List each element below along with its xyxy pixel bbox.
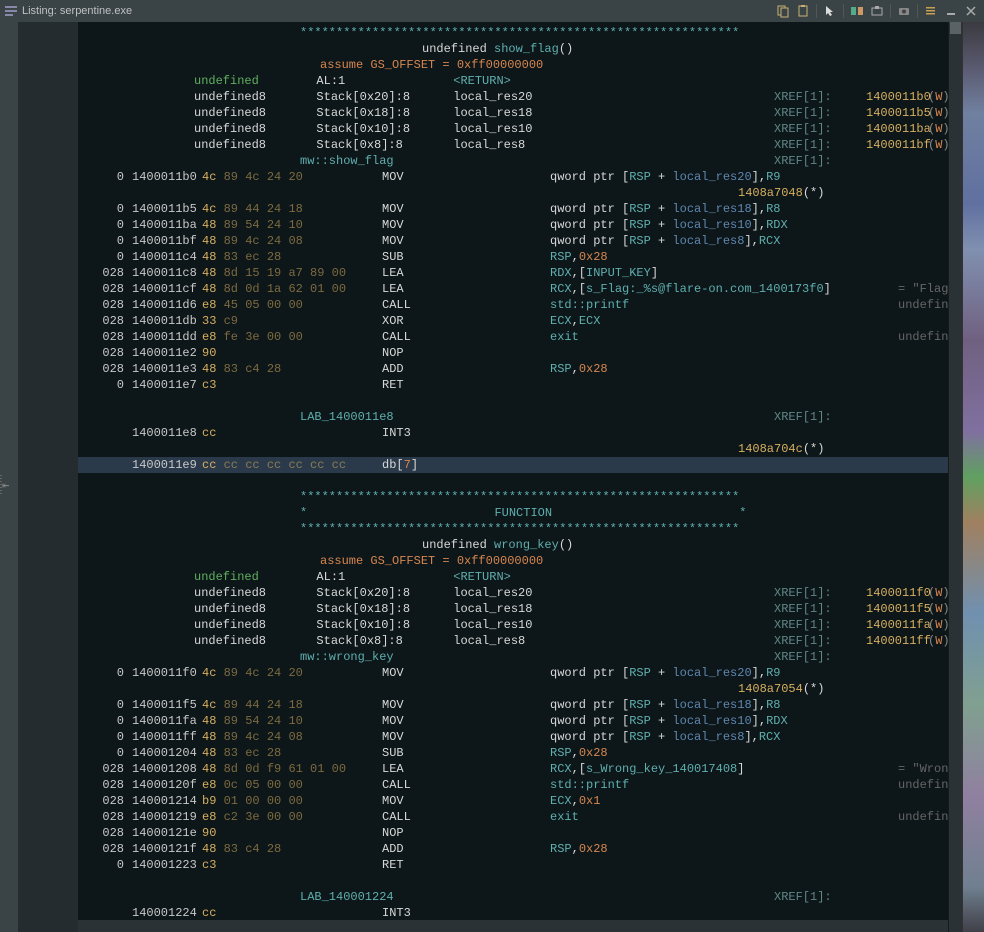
code-line[interactable] (78, 873, 948, 889)
code-line[interactable] (78, 393, 948, 409)
code-line[interactable]: 0281400011db33 c9XORECX,ECX (78, 313, 948, 329)
code-line[interactable]: 1408a704c(*) (78, 441, 948, 457)
code-line[interactable]: undefined8 Stack[0x18]:8 local_res18XREF… (78, 601, 948, 617)
close-icon[interactable] (962, 2, 980, 20)
minimize-icon[interactable] (942, 2, 960, 20)
code-line[interactable]: 01400011f54c 89 44 24 18MOVqword ptr [RS… (78, 697, 948, 713)
code-line[interactable]: undefined8 Stack[0x8]:8 local_res8XREF[1… (78, 137, 948, 153)
code-line[interactable]: 1400011e8ccINT3 (78, 425, 948, 441)
code-line[interactable]: 01400011bf48 89 4c 24 08MOVqword ptr [RS… (78, 233, 948, 249)
code-line[interactable]: 01400011ff48 89 4c 24 08MOVqword ptr [RS… (78, 729, 948, 745)
copy-icon[interactable] (774, 2, 792, 20)
code-line[interactable]: 1400011e9cc cc cc cc cc cc ccdb[7] (78, 457, 948, 473)
vertical-scrollbar[interactable] (948, 22, 962, 932)
code-line[interactable]: undefined show_flag() (78, 41, 948, 57)
code-line[interactable]: mw::show_flagXREF[1]: (78, 153, 948, 169)
code-line[interactable]: mw::wrong_keyXREF[1]: (78, 649, 948, 665)
code-line[interactable]: assume GS_OFFSET = 0xff00000000 (78, 57, 948, 73)
code-line[interactable]: * FUNCTION * (78, 505, 948, 521)
snapshot-icon[interactable] (868, 2, 886, 20)
code-line[interactable]: ****************************************… (78, 25, 948, 41)
horizontal-scrollbar[interactable] (78, 920, 948, 932)
code-line[interactable]: 02814000120848 8d 0d f9 61 01 00LEARCX,[… (78, 761, 948, 777)
code-line[interactable]: 0281400011cf48 8d 0d 1a 62 01 00LEARCX,[… (78, 281, 948, 297)
code-line[interactable]: 01400011b54c 89 44 24 18MOVqword ptr [RS… (78, 201, 948, 217)
code-line[interactable]: 0140001223c3RET (78, 857, 948, 873)
code-line[interactable]: 140001224ccINT3 (78, 905, 948, 921)
code-line[interactable]: LAB_140001224XREF[1]: (78, 889, 948, 905)
code-line[interactable]: 01400011ba48 89 54 24 10MOVqword ptr [RS… (78, 217, 948, 233)
code-line[interactable]: 01400011e7c3RET (78, 377, 948, 393)
window-title: Listing: serpentine.exe (22, 5, 132, 17)
code-line[interactable]: 01400011b04c 89 4c 24 20MOVqword ptr [RS… (78, 169, 948, 185)
left-gutter: ⇤ (0, 22, 18, 932)
code-line[interactable]: undefined wrong_key() (78, 537, 948, 553)
list-icon[interactable] (922, 2, 940, 20)
diff-icon[interactable] (848, 2, 866, 20)
camera-icon[interactable] (895, 2, 913, 20)
code-line[interactable]: 0281400011e348 83 c4 28ADDRSP,0x28 (78, 361, 948, 377)
code-line[interactable]: 0281400011e290NOP (78, 345, 948, 361)
code-line[interactable]: 01400011f04c 89 4c 24 20MOVqword ptr [RS… (78, 665, 948, 681)
code-line[interactable]: undefined8 Stack[0x20]:8 local_res20XREF… (78, 585, 948, 601)
paste-icon[interactable] (794, 2, 812, 20)
code-line[interactable] (78, 473, 948, 489)
code-line[interactable]: 0281400011c848 8d 15 19 a7 89 00LEARDX,[… (78, 265, 948, 281)
listing-area[interactable]: ****************************************… (78, 22, 948, 932)
cursor-icon[interactable] (821, 2, 839, 20)
code-line[interactable]: 02814000121e90NOP (78, 825, 948, 841)
code-line[interactable]: 01400011c448 83 ec 28SUBRSP,0x28 (78, 249, 948, 265)
code-line[interactable]: undefined8 Stack[0x10]:8 local_res10XREF… (78, 121, 948, 137)
code-line[interactable]: undefined AL:1 <RETURN> (78, 569, 948, 585)
resize-arrow-icon[interactable]: ⇤ (2, 478, 9, 493)
code-line[interactable]: 1408a7054(*) (78, 681, 948, 697)
code-line[interactable]: 014000120448 83 ec 28SUBRSP,0x28 (78, 745, 948, 761)
code-line[interactable]: 01400011fa48 89 54 24 10MOVqword ptr [RS… (78, 713, 948, 729)
bookmark-column (18, 22, 78, 932)
code-line[interactable]: 02814000120fe8 0c 05 00 00CALLstd::print… (78, 777, 948, 793)
code-line[interactable]: undefined8 Stack[0x10]:8 local_res10XREF… (78, 617, 948, 633)
code-line[interactable]: 0281400011dde8 fe 3e 00 00CALLexitundefi… (78, 329, 948, 345)
code-line[interactable]: undefined8 Stack[0x20]:8 local_res20XREF… (78, 89, 948, 105)
titlebar: Listing: serpentine.exe (0, 0, 984, 22)
code-line[interactable]: 028140001214b9 01 00 00 00MOVECX,0x1 (78, 793, 948, 809)
code-line[interactable]: undefined8 Stack[0x18]:8 local_res18XREF… (78, 105, 948, 121)
overview-minimap[interactable] (962, 22, 984, 932)
code-line[interactable]: 028140001219e8 c2 3e 00 00CALLexitundefi… (78, 809, 948, 825)
code-line[interactable]: undefined AL:1 <RETURN> (78, 73, 948, 89)
scrollbar-thumb[interactable] (950, 22, 961, 34)
code-line[interactable]: LAB_1400011e8XREF[1]: (78, 409, 948, 425)
code-line[interactable]: 1408a7048(*) (78, 185, 948, 201)
code-line[interactable]: 0281400011d6e8 45 05 00 00CALLstd::print… (78, 297, 948, 313)
code-line[interactable]: ****************************************… (78, 489, 948, 505)
code-line[interactable]: 02814000121f48 83 c4 28ADDRSP,0x28 (78, 841, 948, 857)
code-line[interactable]: undefined8 Stack[0x8]:8 local_res8XREF[1… (78, 633, 948, 649)
code-line[interactable]: ****************************************… (78, 521, 948, 537)
code-line[interactable]: assume GS_OFFSET = 0xff00000000 (78, 553, 948, 569)
listing-icon (4, 4, 18, 18)
